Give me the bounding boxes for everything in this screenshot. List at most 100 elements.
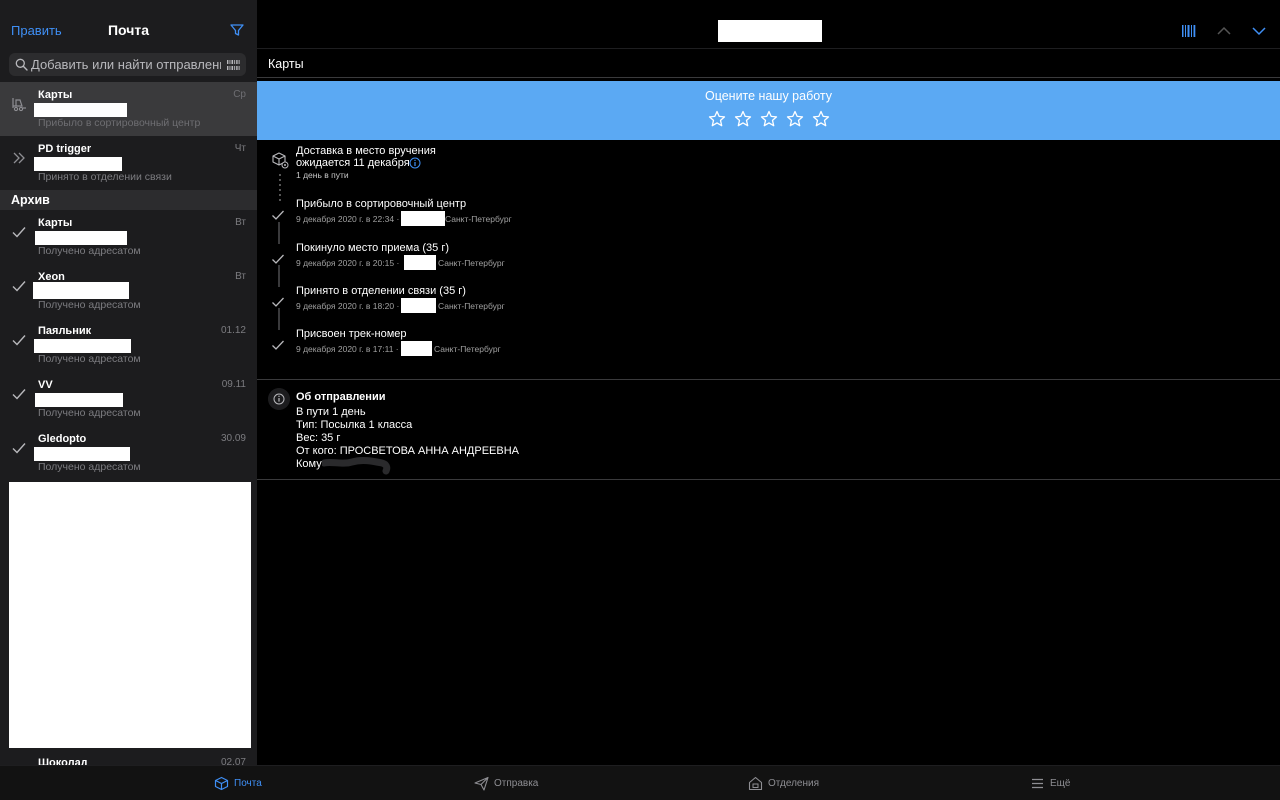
archive-section-header: Архив — [0, 190, 257, 210]
redacted-title — [718, 20, 822, 42]
redacted-postcode — [401, 298, 436, 313]
tracking-event: Покинуло место приема (35 г) 9 декабря 2… — [257, 242, 857, 282]
archive-item[interactable]: Gledopto 30.09 Получено адресатом — [0, 426, 257, 480]
expected-delivery-date: ожидается 11 декабря — [296, 157, 410, 169]
rating-banner: Оцените нашу работу — [257, 81, 1280, 140]
barcode-scan-icon[interactable] — [226, 59, 241, 71]
redacted-postcode — [401, 341, 432, 356]
item-date: Чт — [234, 143, 246, 154]
breadcrumb: Карты — [268, 57, 304, 71]
archive-item[interactable]: Xeon Вт Получено адресатом — [0, 264, 257, 318]
checkmark-icon — [12, 389, 26, 400]
redacted-postcode — [401, 211, 445, 226]
timeline-line — [278, 265, 280, 287]
tracking-event: Принято в отделении связи (35 г) 9 декаб… — [257, 285, 857, 325]
event-city: Санкт-Петербург — [438, 258, 505, 268]
double-chevron-right-icon — [13, 152, 25, 164]
checkmark-icon — [12, 227, 26, 238]
archive-item[interactable]: VV 09.11 Получено адресатом — [0, 372, 257, 426]
archive-item[interactable]: Карты Вт Получено адресатом — [0, 210, 257, 264]
star-icon[interactable] — [708, 110, 726, 128]
event-date: 9 декабря 2020 г. в 20:15 · — [296, 258, 400, 268]
redacted-track-number — [34, 103, 127, 117]
item-name: Карты — [38, 89, 73, 101]
archive-label: Архив — [11, 193, 50, 207]
item-name: VV — [38, 379, 53, 391]
barcode-icon[interactable] — [1180, 22, 1198, 40]
search-box[interactable] — [9, 53, 246, 76]
shipment-item[interactable]: Карты Ср Прибыло в сортировочный центр — [0, 82, 257, 136]
redacted-track-number — [34, 339, 131, 353]
tab-send[interactable]: Отправка — [474, 766, 544, 800]
checkmark-icon — [12, 443, 26, 454]
details-weight: Вес: 35 г — [296, 432, 341, 444]
tab-offices[interactable]: Отделения — [748, 766, 823, 800]
paper-plane-icon — [474, 776, 489, 791]
event-city: Санкт-Петербург — [438, 301, 505, 311]
tab-label: Отделения — [768, 778, 820, 789]
redacted-track-number — [33, 282, 129, 299]
checkmark-icon — [272, 340, 284, 350]
redacted-track-number — [35, 393, 123, 407]
item-status: Получено адресатом — [38, 407, 141, 419]
redacted-track-number — [35, 231, 127, 245]
item-name: Паяльник — [38, 325, 92, 337]
item-date: 09.11 — [221, 379, 246, 390]
package-location-icon — [272, 152, 289, 169]
navigation-controls — [1172, 22, 1272, 40]
redacted-postcode — [404, 255, 436, 270]
item-date: 02.07 — [220, 757, 246, 765]
item-name: Шоколад — [38, 757, 88, 765]
item-name: Карты — [38, 217, 73, 229]
event-title: Присвоен трек-номер — [296, 328, 407, 340]
rating-title: Оцените нашу работу — [704, 89, 833, 103]
item-name: PD trigger — [38, 143, 92, 155]
item-date: 01.12 — [220, 325, 246, 336]
info-icon[interactable] — [409, 157, 421, 169]
event-date: 9 декабря 2020 г. в 22:34 · — [296, 214, 400, 224]
star-icon[interactable] — [734, 110, 752, 128]
redacted-area — [9, 482, 251, 748]
divider — [257, 48, 1280, 49]
archive-item[interactable]: Паяльник 01.12 Получено адресатом — [0, 318, 257, 372]
search-input[interactable] — [31, 55, 221, 74]
details-title: Об отправлении — [296, 391, 386, 403]
checkmark-icon — [272, 254, 284, 264]
divider — [257, 77, 1280, 78]
tab-more[interactable]: Ещё — [1030, 766, 1075, 800]
tab-label: Ещё — [1050, 778, 1071, 789]
event-title: Покинуло место приема (35 г) — [296, 242, 450, 254]
tab-bar: Почта Отправка Отделения Ещё — [0, 765, 1280, 800]
item-status: Получено адресатом — [38, 461, 141, 473]
tracking-event: Прибыло в сортировочный центр 9 декабря … — [257, 198, 857, 238]
tracking-event: Присвоен трек-номер 9 декабря 2020 г. в … — [257, 328, 857, 368]
item-status: Получено адресатом — [38, 245, 141, 257]
event-city: Санкт-Петербург — [445, 214, 512, 224]
star-icon[interactable] — [786, 110, 804, 128]
chevron-up-icon[interactable] — [1215, 22, 1233, 40]
redacted-recipient-name — [322, 456, 391, 475]
divider — [257, 479, 1280, 480]
expected-delivery-title: Доставка в место вручения — [296, 145, 436, 157]
star-icon[interactable] — [812, 110, 830, 128]
item-status: Принято в отделении связи — [38, 171, 172, 183]
item-name: Gledopto — [38, 433, 87, 445]
checkmark-icon — [12, 335, 26, 346]
event-city: Санкт-Петербург — [434, 344, 501, 354]
tracking-timeline: Доставка в место вручения ожидается 11 д… — [257, 140, 1280, 380]
chevron-down-icon[interactable] — [1250, 22, 1268, 40]
sidebar-header: Править Почта — [0, 0, 257, 48]
timeline-line — [278, 222, 280, 244]
checkmark-icon — [272, 210, 284, 220]
item-date: Вт — [235, 271, 246, 282]
tab-mail[interactable]: Почта — [214, 766, 274, 800]
star-icon[interactable] — [760, 110, 778, 128]
details-type: Тип: Посылка 1 класса — [296, 419, 413, 431]
redacted-track-number — [34, 157, 122, 171]
filter-icon[interactable] — [229, 22, 245, 38]
shipment-item[interactable]: PD trigger Чт Принято в отделении связи — [0, 136, 257, 190]
menu-icon — [1032, 778, 1043, 789]
archive-item[interactable]: Шоколад 02.07 — [0, 750, 257, 765]
item-status: Получено адресатом — [38, 353, 141, 365]
info-icon — [268, 388, 290, 410]
